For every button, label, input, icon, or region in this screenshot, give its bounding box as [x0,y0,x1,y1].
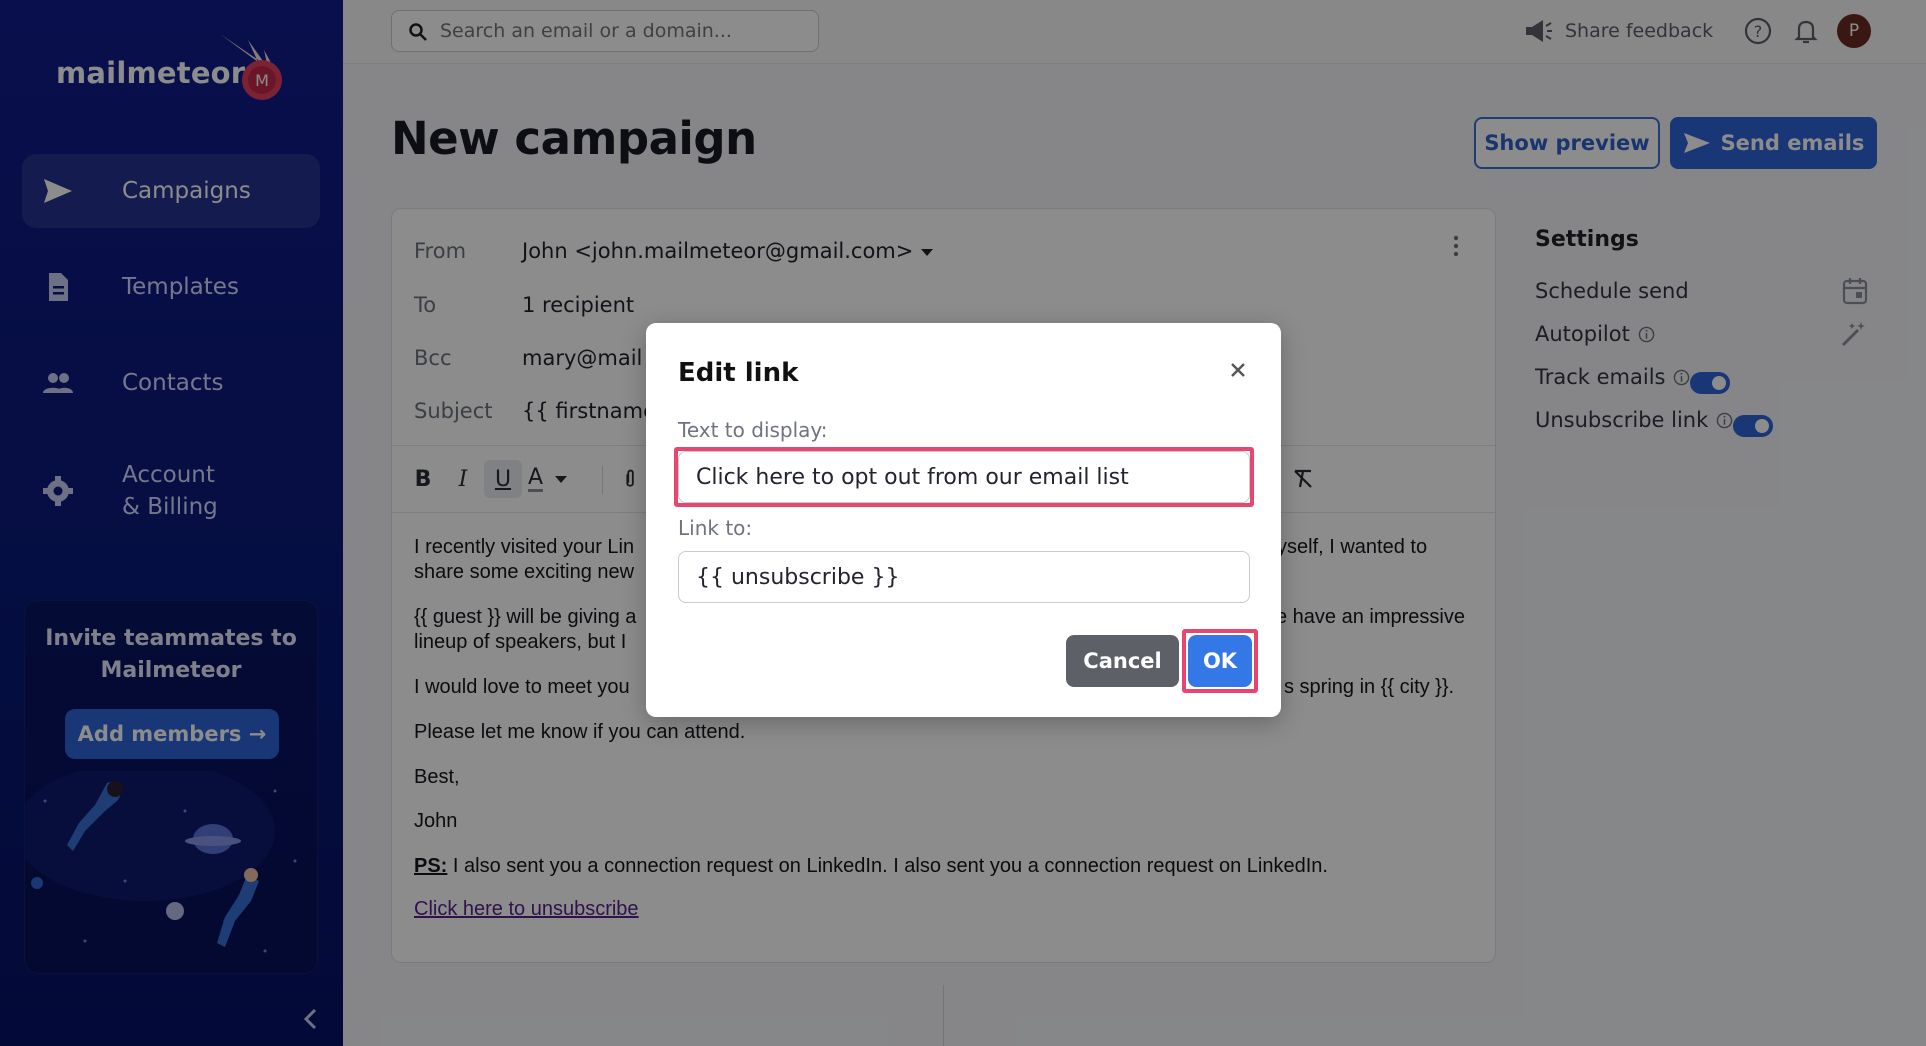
text-to-display-input[interactable] [678,451,1250,503]
cancel-button[interactable]: Cancel [1066,635,1179,687]
link-to-label: Link to: [678,516,753,540]
link-to-input[interactable] [678,551,1250,603]
ok-button[interactable]: OK [1188,635,1252,687]
close-icon[interactable] [1227,359,1249,381]
text-to-display-label: Text to display: [678,418,828,442]
dialog-title: Edit link [678,358,799,388]
edit-link-dialog: Edit link Text to display: Link to: Canc… [646,323,1281,717]
